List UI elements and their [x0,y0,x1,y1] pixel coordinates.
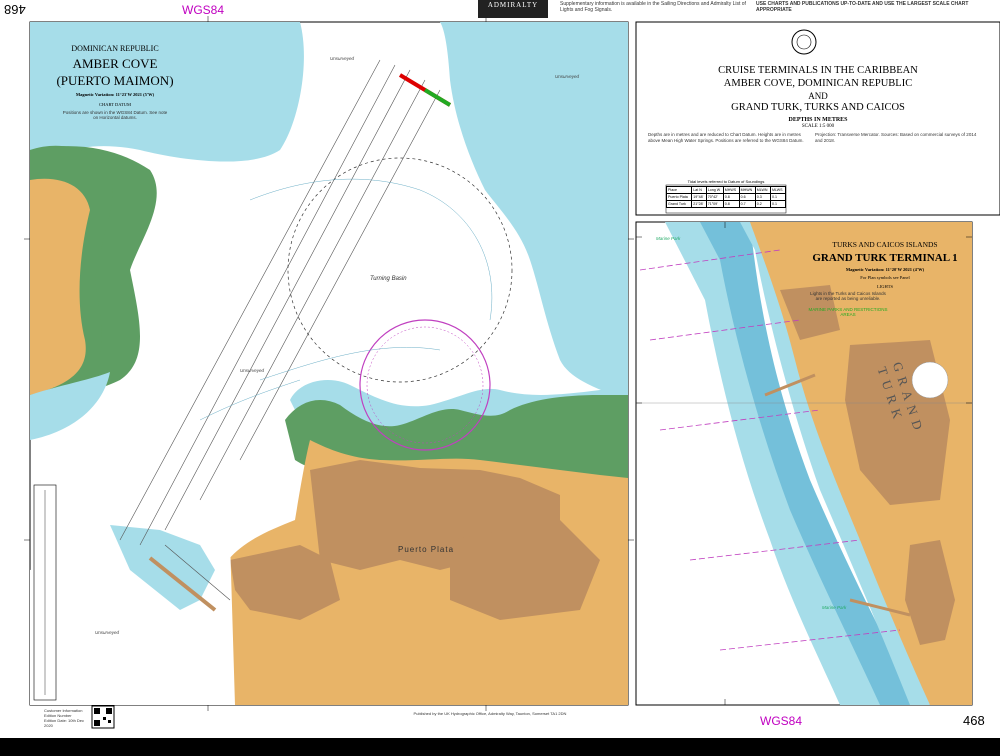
gt-region: TURKS AND CAICOS ISLANDS [832,240,938,249]
tide-header-cell: MLWS [769,186,787,194]
unsurveyed-label-1: Unsurveyed [330,56,355,61]
tide-cell: Puerto Plata [665,193,693,201]
main-title-4: GRAND TURK, TURKS AND CAICOS [731,102,905,113]
tide-cell: 0.1 [769,200,787,208]
main-scale: SCALE 1:5 000 [801,124,835,129]
table-row: Grand Turk 21°28' 71°09' 0.8 0.7 0.2 0.1 [665,200,787,208]
header-notes-right: USE CHARTS AND PUBLICATIONS UP-TO-DATE A… [756,1,969,13]
footer-publisher: Published by the UK Hydrographic Office,… [413,711,567,716]
header-notes-left: Supplementary information is available i… [560,1,746,13]
amber-datum-heading: CHART DATUM [98,102,132,107]
amber-datum-text: Positions are shown in the WGS84 Datum. … [62,110,168,120]
grand-turk-panel [635,221,973,706]
main-title-2: AMBER COVE, DOMINICAN REPUBLIC [723,78,913,89]
admiralty-logo-text: ADMIRALTY [487,1,539,9]
tide-cell: 0.8 [722,200,740,208]
tide-header-cell: MHWN [738,186,756,194]
amber-region: DOMINICAN REPUBLIC [71,44,159,53]
qr-code [91,705,115,729]
page-number-top: 468 [4,2,26,17]
main-depths: DEPTHS IN METRES [788,117,848,123]
marine-park-label-2: Marine Park [822,605,847,610]
main-title-3: AND [808,91,828,101]
gt-caution: MARINE PARKS AND RESTRICTIONS AREAS [808,307,888,317]
unsurveyed-label-3: Unsurveyed [240,368,265,373]
amber-title-2: (PUERTO MAIMON) [56,73,174,88]
gt-title: GRAND TURK TERMINAL 1 [812,252,958,264]
tide-cell: 0.1 [769,193,787,201]
gt-magnetic: Magnetic Variation: 11°20'W 2021 (4'W) [845,267,925,272]
tide-header-cell: MHWS [722,186,740,194]
wgs-label-bottom: WGS84 [760,714,803,728]
tide-header-row: Place Lat N Long W MHWS MHWN MLWN MLWS [665,186,787,194]
unsurveyed-label-2: Unsurveyed [555,74,580,79]
tide-cell: 70°42' [705,193,724,201]
page-number-bottom: 468 [963,713,985,728]
main-notes: Depths are in metres and are reduced to … [648,132,804,143]
amber-magnetic: Magnetic Variation: 11°23'W 2021 (5'W) [75,92,155,97]
amber-cove-panel [29,21,629,706]
tide-header-cell: Place [665,186,693,194]
tide-header-cell: MLWN [754,186,771,194]
tide-cell: 19°48' [691,193,707,201]
tide-cell: 71°09' [705,200,724,208]
tide-cell: 21°28' [691,200,707,208]
tide-cell: 0.7 [738,200,756,208]
main-title-1: CRUISE TERMINALS IN THE CARIBBEAN [718,65,918,76]
main-projection: Projection: Transverse Mercator. Sources… [815,132,977,143]
footer-edition-date: Edition Date: 10th Dec 2020 [44,718,85,728]
puerto-plata-label: Puerto Plata [398,545,455,554]
admiralty-logo: ADMIRALTY [478,0,548,18]
marine-park-label-1: Marine Park [656,236,681,241]
gt-sub: For Plan symbols see Panel [860,275,910,280]
bottom-bar [0,738,1000,756]
tide-caption: Tidal levels referred to Datum of Soundi… [687,179,765,184]
tide-cell: 0.8 [722,193,740,201]
wgs-label-top: WGS84 [182,3,225,17]
amber-title-1: AMBER COVE [72,56,158,71]
unsurveyed-label-4: Unsurveyed [95,630,120,635]
table-row: Puerto Plata 19°48' 70°42' 0.8 0.6 0.3 0… [665,193,787,201]
tide-cell: 0.3 [754,193,771,201]
tide-header-cell: Lat N [691,186,707,194]
tide-table: Place Lat N Long W MHWS MHWN MLWN MLWS P… [665,186,787,208]
tide-cell: Grand Turk [665,200,693,208]
tide-cell: 0.6 [738,193,756,201]
turning-basin-label: Turning Basin [370,276,407,282]
tide-header-cell: Long W [705,186,724,194]
gt-lights-heading: LIGHTS [877,284,893,289]
footer-customer-info: Customer Information Edition Number Edit… [44,708,92,728]
gt-lights-text: Lights in the Turks and Caicos Islands a… [810,291,886,301]
tide-cell: 0.2 [754,200,771,208]
